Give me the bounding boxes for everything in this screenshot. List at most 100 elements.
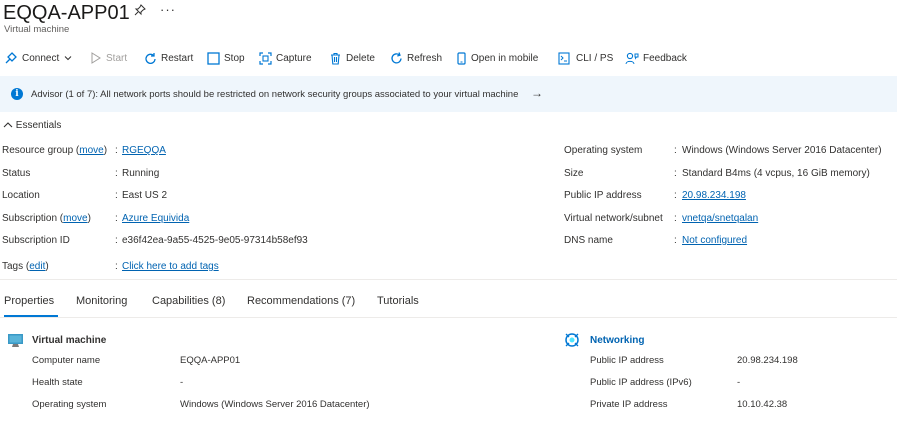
tab-tutorials[interactable]: Tutorials [377, 295, 419, 307]
start-button[interactable]: Start [90, 50, 127, 66]
edit-tags-link[interactable]: edit [29, 261, 45, 272]
essentials-toggle[interactable]: Essentials [3, 120, 61, 131]
public-ip-label: Public IP address [564, 190, 642, 201]
colon: : [674, 168, 677, 179]
subscription-label-text: Subscription [2, 213, 58, 224]
vnet-label: Virtual network/subnet [564, 213, 663, 224]
feedback-button[interactable]: Feedback [625, 50, 687, 66]
capture-label: Capture [276, 52, 312, 64]
page-title: EQQA-APP01 [3, 2, 130, 24]
cli-ps-label: CLI / PS [576, 52, 614, 64]
vm-os-value: Windows (Windows Server 2016 Datacenter) [180, 399, 370, 410]
feedback-icon [625, 52, 639, 64]
subscription-id-label: Subscription ID [2, 235, 70, 246]
location-value: East US 2 [122, 190, 168, 201]
capture-icon [259, 51, 272, 65]
tags-label-text: Tags [2, 261, 24, 272]
cli-ps-button[interactable]: CLI / PS [558, 50, 613, 66]
resource-group-value[interactable]: RGEQQA [122, 145, 166, 156]
info-icon: i [11, 88, 23, 100]
restart-button[interactable]: Restart [144, 50, 193, 66]
os-value: Windows (Windows Server 2016 Datacenter) [682, 145, 882, 156]
dns-label: DNS name [564, 235, 613, 246]
capture-button[interactable]: Capture [259, 50, 312, 66]
advisor-banner[interactable]: i Advisor (1 of 7): All network ports sh… [0, 76, 897, 112]
computer-name-value: EQQA-APP01 [180, 355, 241, 366]
add-tags-link[interactable]: Click here to add tags [122, 261, 219, 272]
health-state-label: Health state [32, 377, 83, 388]
resource-group-label-text: Resource group [2, 145, 74, 156]
os-label: Operating system [564, 145, 643, 156]
connect-icon [5, 52, 17, 64]
connect-button[interactable]: Connect [4, 50, 73, 66]
colon: : [674, 190, 677, 201]
vnet-value[interactable]: vnetqa/snetqalan [682, 213, 758, 224]
vm-icon [7, 333, 24, 351]
move-resource-group-link[interactable]: move [79, 145, 103, 156]
colon: : [115, 213, 118, 224]
page-subtitle: Virtual machine [4, 24, 70, 35]
computer-name-label: Computer name [32, 355, 101, 366]
net-private-ip-label: Private IP address [590, 399, 668, 410]
restart-label: Restart [161, 52, 194, 64]
location-label: Location [2, 190, 40, 201]
net-public-ipv6-label: Public IP address (IPv6) [590, 377, 692, 388]
more-icon[interactable]: ··· [160, 2, 176, 17]
vm-section-title: Virtual machine [32, 335, 107, 346]
colon: : [115, 145, 118, 156]
subscription-id-value: e36f42ea-9a55-4525-9e05-97314b58ef93 [122, 235, 308, 246]
tab-capabilities[interactable]: Capabilities (8) [152, 295, 225, 307]
divider [0, 279, 897, 280]
colon: : [115, 235, 118, 246]
networking-icon [564, 332, 580, 351]
dns-value[interactable]: Not configured [682, 235, 747, 246]
tab-recommendations[interactable]: Recommendations (7) [247, 295, 355, 307]
tab-monitoring[interactable]: Monitoring [76, 295, 127, 307]
cli-icon [558, 51, 570, 65]
refresh-button[interactable]: Refresh [390, 50, 442, 66]
colon: : [115, 261, 118, 272]
colon: : [674, 235, 677, 246]
net-public-ipv6-value: - [737, 377, 741, 388]
feedback-label: Feedback [643, 52, 687, 64]
pin-icon[interactable] [134, 4, 146, 19]
mobile-icon [457, 51, 466, 65]
delete-icon [331, 52, 340, 65]
net-public-ip-value[interactable]: 20.98.234.198 [737, 355, 798, 366]
start-label: Start [106, 52, 128, 64]
delete-button[interactable]: Delete [329, 50, 375, 66]
tabs-divider [0, 317, 897, 318]
connect-label: Connect [22, 52, 60, 64]
tab-properties[interactable]: Properties [4, 295, 54, 307]
colon: : [115, 168, 118, 179]
resource-group-label: Resource group (move) [2, 145, 108, 156]
status-label: Status [2, 168, 31, 179]
stop-icon [207, 51, 220, 65]
essentials-title: Essentials [15, 120, 62, 131]
networking-section-title[interactable]: Networking [590, 335, 644, 346]
tags-label: Tags (edit) [2, 261, 49, 272]
chevron-up-icon [3, 122, 13, 128]
subscription-label: Subscription (move) [2, 213, 91, 224]
stop-label: Stop [224, 52, 245, 64]
arrow-right-icon[interactable]: → [531, 86, 543, 100]
colon: : [115, 190, 118, 201]
size-label: Size [564, 168, 584, 179]
vm-os-label: Operating system [32, 399, 107, 410]
move-subscription-link[interactable]: move [63, 213, 87, 224]
public-ip-value[interactable]: 20.98.234.198 [682, 190, 746, 201]
chevron-down-icon [64, 56, 72, 61]
open-in-mobile-label: Open in mobile [471, 52, 539, 64]
health-state-value: - [180, 377, 184, 388]
colon: : [674, 145, 677, 156]
advisor-text: Advisor (1 of 7): All network ports shou… [31, 89, 519, 100]
delete-label: Delete [346, 52, 375, 64]
restart-icon [145, 52, 156, 64]
play-icon [91, 52, 101, 64]
net-private-ip-value: 10.10.42.38 [737, 399, 788, 410]
open-in-mobile-button[interactable]: Open in mobile [456, 50, 538, 66]
stop-button[interactable]: Stop [207, 50, 245, 66]
net-public-ip-label: Public IP address [590, 355, 664, 366]
subscription-value[interactable]: Azure Equivida [122, 213, 189, 224]
size-value: Standard B4ms (4 vcpus, 16 GiB memory) [682, 168, 870, 179]
